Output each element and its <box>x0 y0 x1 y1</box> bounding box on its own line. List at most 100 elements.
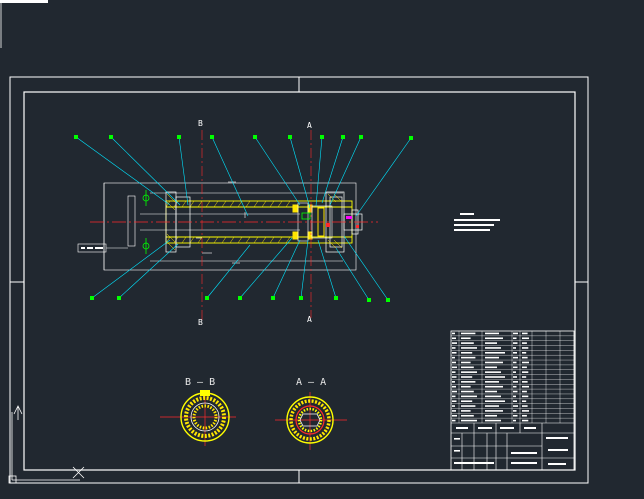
bom-cell-mark <box>485 414 497 417</box>
bom-cell-mark <box>452 395 456 398</box>
bom-cell-mark <box>522 356 528 359</box>
bom-cell-mark <box>452 381 455 383</box>
bom-cell-mark <box>461 414 474 417</box>
bom-cell-mark <box>452 376 457 378</box>
leader-lines <box>75 136 412 301</box>
drawing-canvas[interactable]: B A B A B — B A — A <box>0 0 644 499</box>
bom-cell-mark <box>522 400 527 403</box>
bom-cell-mark <box>461 361 471 364</box>
bom-cell-mark <box>461 419 477 422</box>
bom-cell-mark <box>522 405 528 407</box>
bom-cell-mark <box>513 342 518 344</box>
cut-label-a-bottom: A <box>307 315 312 324</box>
bom-cell-mark <box>522 414 527 417</box>
bom-cell-mark <box>485 347 501 349</box>
cut-label-b-top: B <box>198 119 203 128</box>
bom-cell-mark <box>461 376 473 378</box>
bom-cell-mark <box>485 342 497 344</box>
bom-cell-mark <box>452 405 455 407</box>
bom-cell-mark <box>485 351 505 354</box>
bom-cell-mark <box>485 371 501 373</box>
bom-cell-mark <box>485 356 499 359</box>
bom-cell-mark <box>522 381 528 383</box>
bom-cell-mark <box>513 410 517 412</box>
bom-cell-mark <box>452 347 456 349</box>
bom-cell-mark <box>452 400 457 403</box>
bom-cell-mark <box>513 405 518 407</box>
cylinder-assembly-view: B A B A <box>74 119 413 327</box>
bom-cell-mark <box>461 347 477 349</box>
bom-cell-mark <box>461 371 477 373</box>
bom-cell-mark <box>452 371 456 373</box>
bom-cell-mark <box>513 351 517 354</box>
bom-cell-mark <box>522 337 529 340</box>
bom-cell-mark <box>461 366 474 369</box>
bom-cell-mark <box>485 376 505 378</box>
bom-cell-mark <box>522 351 527 354</box>
bom-cell-mark <box>485 337 503 340</box>
bom-cell-mark <box>452 419 456 422</box>
bom-cell-mark <box>513 376 517 378</box>
bom-cell-mark <box>522 361 529 364</box>
technical-notes <box>454 213 500 231</box>
ucs-icon <box>8 405 85 484</box>
bom-cell-mark <box>522 410 529 412</box>
toolbar-stub <box>0 0 48 48</box>
bom-cell-mark <box>452 410 456 412</box>
bom-cell-mark <box>461 385 471 388</box>
bom-cell-mark <box>461 332 476 335</box>
bom-cell-mark <box>452 414 457 417</box>
bom-cell-mark <box>461 405 476 407</box>
bom-cell-mark <box>461 356 476 359</box>
sheet-frame <box>9 76 589 484</box>
bom-cell-mark <box>452 351 457 354</box>
bom-cell-mark <box>522 376 527 378</box>
bom-cell-mark <box>452 356 455 359</box>
section-view-a-a: A — A <box>275 377 347 450</box>
bom-cell-mark <box>513 337 517 340</box>
cut-label-a-top: A <box>307 121 312 130</box>
bom-cell-mark <box>513 371 516 373</box>
bom-cell-mark <box>485 419 501 422</box>
bom-cell-mark <box>522 332 528 335</box>
bom-cell-mark <box>513 356 518 359</box>
bom-cell-mark <box>461 337 471 340</box>
bom-cell-mark <box>513 347 516 349</box>
cut-label-b-bottom: B <box>198 318 203 327</box>
bom-cell-mark <box>513 395 516 398</box>
bom-cell-mark <box>452 342 457 344</box>
bom-cell-mark <box>485 361 503 364</box>
bom-cell-mark <box>461 395 477 398</box>
bom-cell-mark <box>522 390 527 393</box>
bom-cell-mark <box>485 332 499 335</box>
bom-cell-mark <box>522 347 529 349</box>
bom-cell-mark <box>522 385 529 388</box>
bom-cell-mark <box>452 390 457 393</box>
bom-cell-mark <box>513 419 516 422</box>
bom-cell-mark <box>485 390 497 393</box>
bom-cell-mark <box>513 381 518 383</box>
bom-cell-mark <box>485 405 499 407</box>
bom-cell-mark <box>522 342 527 344</box>
bom-cell-mark <box>522 371 529 373</box>
bom-cell-mark <box>522 395 529 398</box>
bom-cell-mark <box>513 332 518 335</box>
bom-cell-mark <box>461 381 476 383</box>
bom-cell-mark <box>452 385 456 388</box>
bom-cell-mark <box>461 342 474 344</box>
bom-cell-mark <box>452 332 455 335</box>
bom-cell-mark <box>485 395 501 398</box>
bom-cell-mark <box>513 390 518 393</box>
bom-cell-mark <box>452 366 457 369</box>
bom-cell-mark <box>452 361 456 364</box>
bom-cell-mark <box>485 385 503 388</box>
bom-cell-mark <box>513 400 517 403</box>
bom-cell-mark <box>513 414 518 417</box>
section-label-a-a: A — A <box>296 377 326 388</box>
bom-cell-mark <box>485 366 497 369</box>
bom-cell-mark <box>461 410 471 412</box>
bom-cell-mark <box>485 400 505 403</box>
bom-cell-mark <box>452 337 456 340</box>
bom-cell-mark <box>522 419 529 422</box>
bom-cell-mark <box>461 390 474 393</box>
